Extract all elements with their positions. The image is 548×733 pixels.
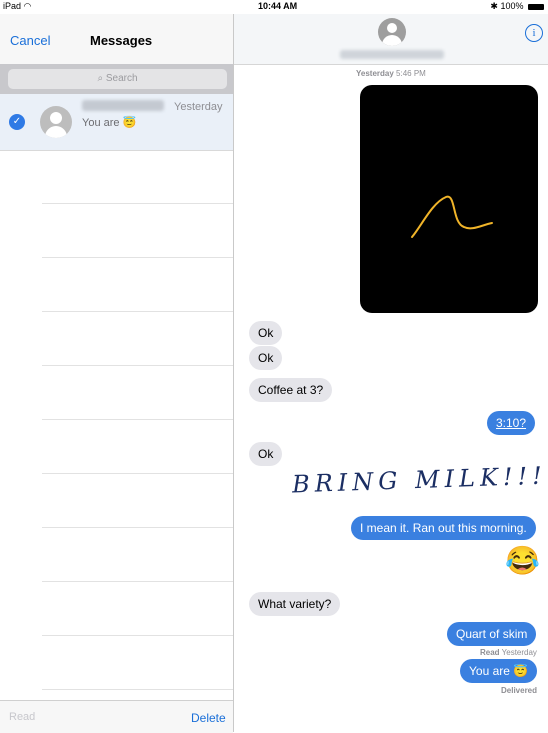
message-incoming[interactable]: What variety? xyxy=(249,592,341,616)
divider xyxy=(42,689,233,690)
message-incoming[interactable]: Coffee at 3? xyxy=(249,378,333,402)
delivered-status: Delivered xyxy=(501,686,538,695)
person-icon xyxy=(387,23,397,33)
read-receipt-label: Read xyxy=(480,648,500,657)
scribble-drawing xyxy=(411,195,493,238)
device-label: iPad xyxy=(3,1,22,11)
divider xyxy=(42,311,233,312)
divider xyxy=(42,365,233,366)
battery-icon xyxy=(528,3,544,10)
message-outgoing[interactable]: Quart of skim xyxy=(447,622,537,646)
list-header: Cancel Messages xyxy=(0,14,233,64)
divider xyxy=(42,527,233,528)
search-placeholder: Search xyxy=(105,73,138,84)
info-icon[interactable]: i xyxy=(525,24,543,42)
message-incoming[interactable]: Ok xyxy=(249,442,283,466)
cancel-button[interactable]: Cancel xyxy=(10,33,50,48)
message-outgoing[interactable]: I mean it. Ran out this morning. xyxy=(351,516,536,540)
message-outgoing[interactable]: You are 😇 xyxy=(460,659,538,683)
bluetooth-icon: ✱ xyxy=(490,1,498,11)
read-button[interactable]: Read xyxy=(9,711,35,723)
conversation-row[interactable]: ✓ Yesterday You are 😇 xyxy=(0,94,233,151)
page-title: Messages xyxy=(90,33,153,48)
search-input[interactable]: ⌕ Search xyxy=(8,69,227,89)
contact-name-redacted[interactable] xyxy=(340,50,444,59)
handwritten-message[interactable]: BRING MILK!!! xyxy=(292,462,548,499)
status-bar: iPad ◠ 10:44 AM ✱ 100% xyxy=(0,0,548,14)
thread-header: i xyxy=(234,14,548,65)
message-incoming[interactable]: Ok xyxy=(249,346,283,370)
avatar xyxy=(40,106,72,138)
divider xyxy=(42,473,233,474)
timestamp-day: Yesterday xyxy=(356,69,394,78)
divider xyxy=(42,203,233,204)
message-outgoing[interactable]: 3:10? xyxy=(487,411,536,435)
divider xyxy=(42,419,233,420)
battery-percent: 100% xyxy=(500,1,524,11)
person-icon xyxy=(50,112,62,124)
status-time: 10:44 AM xyxy=(258,1,298,11)
checkmark-icon[interactable]: ✓ xyxy=(9,114,25,130)
divider xyxy=(42,635,233,636)
contact-name-redacted xyxy=(82,100,164,111)
read-receipt-time: Yesterday xyxy=(501,648,537,657)
search-icon: ⌕ xyxy=(97,73,104,84)
digital-touch-drawing[interactable] xyxy=(360,85,538,313)
emoji-message[interactable]: 😂 xyxy=(505,544,540,577)
conversation-preview: You are 😇 xyxy=(82,117,137,129)
divider xyxy=(42,257,233,258)
thread-timestamp: Yesterday 5:46 PM xyxy=(356,69,426,78)
delete-button[interactable]: Delete xyxy=(191,711,226,725)
status-right: ✱ 100% xyxy=(490,1,544,12)
status-left: iPad ◠ xyxy=(3,1,31,12)
timestamp-time: 5:46 PM xyxy=(396,69,426,78)
avatar[interactable] xyxy=(378,18,406,46)
conversation-list-pane: Cancel Messages ⌕ Search ✓ Yesterday You… xyxy=(0,14,234,733)
wifi-icon: ◠ xyxy=(23,1,32,11)
conversation-time: Yesterday xyxy=(174,101,223,113)
divider xyxy=(42,581,233,582)
edit-toolbar: Read Delete xyxy=(0,700,233,733)
read-receipt: Read Yesterday xyxy=(480,648,537,657)
message-incoming[interactable]: Ok xyxy=(249,321,283,345)
